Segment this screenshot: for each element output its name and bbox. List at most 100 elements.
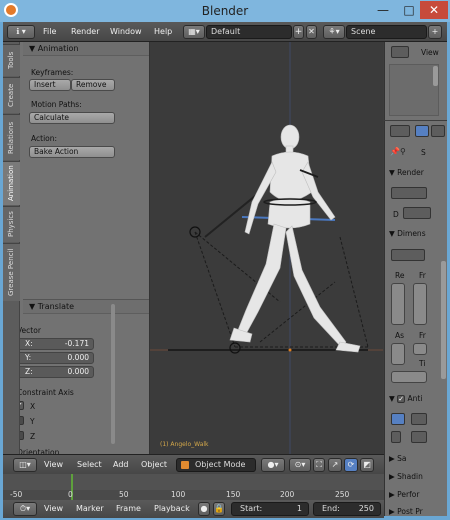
menu-file[interactable]: File xyxy=(43,27,56,36)
view3d-menu-view[interactable]: View xyxy=(44,460,63,469)
outliner-editor-icon[interactable] xyxy=(391,46,409,58)
timeline-header: ⏱▾ View Marker Frame Playback ● 🔒 Start:… xyxy=(3,500,384,518)
manipulator-toggle-icon[interactable]: ⛶ xyxy=(313,458,325,472)
render-buttons[interactable] xyxy=(391,187,427,199)
animation-panel-header[interactable]: ▼ Animation xyxy=(23,42,149,56)
tab-tools[interactable]: Tools xyxy=(3,44,20,76)
dimensions-presets[interactable] xyxy=(391,249,425,261)
maximize-button[interactable]: □ xyxy=(396,1,422,19)
screen-layout-icon[interactable]: ▦▾ xyxy=(183,25,205,39)
timeline-menu-playback[interactable]: Playback xyxy=(154,504,190,513)
scene-field[interactable]: Scene xyxy=(346,25,427,39)
remove-screen-icon[interactable]: ✕ xyxy=(306,25,317,39)
properties-editor: 📌⚲ S ▼ Render D ▼ Dimens Re Fr As Fr Ti … xyxy=(384,121,447,516)
tab-create[interactable]: Create xyxy=(3,77,20,113)
vector-label: Vector xyxy=(17,326,41,335)
timeline-tick-label: 50 xyxy=(119,490,129,499)
vector-z-value: 0.000 xyxy=(67,367,89,376)
action-label: Action: xyxy=(31,134,58,143)
outliner-view-menu[interactable]: View xyxy=(421,48,439,57)
properties-scrollbar[interactable] xyxy=(441,261,446,379)
minimize-button[interactable]: — xyxy=(370,1,396,19)
outliner-tree[interactable] xyxy=(389,64,439,116)
frame-rate-label: Fr xyxy=(419,331,426,340)
record-keyframe-icon[interactable]: ● xyxy=(198,502,210,516)
pin-icon[interactable]: 📌⚲ xyxy=(390,147,406,156)
timeline-menu-frame[interactable]: Frame xyxy=(116,504,141,513)
aa-filter-checkbox[interactable] xyxy=(391,431,401,443)
timeline-menu-view[interactable]: View xyxy=(44,504,63,513)
display-dropdown[interactable] xyxy=(403,207,431,219)
foot-ik-control-icon[interactable] xyxy=(229,342,241,354)
time-remap-fields[interactable] xyxy=(391,371,427,383)
insert-keyframe-button[interactable]: Insert xyxy=(29,79,71,91)
layers-tab-icon[interactable] xyxy=(431,125,445,137)
add-scene-icon[interactable]: + xyxy=(428,25,442,39)
editor-type-info-button[interactable]: ℹ ▾ xyxy=(7,25,35,39)
screen-layout-field[interactable]: Default xyxy=(206,25,292,39)
vector-x-field[interactable]: X: -0.171 xyxy=(14,338,94,350)
menu-help[interactable]: Help xyxy=(154,27,172,36)
outliner: View xyxy=(384,42,447,120)
menu-render[interactable]: Render xyxy=(71,27,99,36)
scene-icon[interactable]: ⚘▾ xyxy=(323,25,345,39)
timeline-tick-label: 100 xyxy=(171,490,186,499)
performance-section-header[interactable]: ▶ Perfor xyxy=(389,490,419,499)
aa-samples-selected[interactable] xyxy=(391,413,405,425)
vector-z-label: Z: xyxy=(25,367,33,376)
constraint-z-label: Z xyxy=(30,432,36,441)
editor-type-timeline-button[interactable]: ⏱▾ xyxy=(13,502,37,516)
viewport-scene: (1) Angelo_Walk xyxy=(150,42,383,454)
start-frame-field[interactable]: Start: 1 xyxy=(231,502,309,516)
tool-tabs: Tools Create Relations Animation Physics… xyxy=(3,42,20,454)
outliner-scrollbar[interactable] xyxy=(433,66,438,86)
view3d-menu-object[interactable]: Object xyxy=(141,460,167,469)
scale-manipulator-icon[interactable]: ◩ xyxy=(360,458,374,472)
editor-type-3d-button[interactable]: ◫▾ xyxy=(13,458,37,472)
sampled-motion-blur-section-header[interactable]: ▶ Sa xyxy=(389,454,407,463)
tab-relations[interactable]: Relations xyxy=(3,114,20,160)
translate-manipulator-icon[interactable]: ↗ xyxy=(328,458,342,472)
shading-section-label: Shadin xyxy=(397,472,423,481)
end-frame-field[interactable]: End: 250 xyxy=(313,502,381,516)
tab-animation[interactable]: Animation xyxy=(3,161,20,205)
frame-range-fields[interactable] xyxy=(413,283,427,325)
resolution-fields[interactable] xyxy=(391,283,405,325)
pivot-point-button[interactable]: ⊙▾ xyxy=(289,458,311,472)
post-processing-section-header[interactable]: ▶ Post Pr xyxy=(389,507,423,516)
antialiasing-section-header[interactable]: ▼ ✓ Anti xyxy=(389,394,422,403)
viewport-shading-button[interactable]: ●▾ xyxy=(261,458,285,472)
aa-filter-dropdown[interactable] xyxy=(411,431,427,443)
view3d-menu-add[interactable]: Add xyxy=(113,460,129,469)
timeline-editor[interactable] xyxy=(3,474,384,500)
shading-section-header[interactable]: ▶ Shadin xyxy=(389,472,423,481)
timeline-tick-label: 0 xyxy=(68,490,73,499)
tab-grease-pencil[interactable]: Grease Pencil xyxy=(3,243,20,301)
translate-panel-header[interactable]: ▼ Translate xyxy=(23,300,149,314)
view3d-menu-select[interactable]: Select xyxy=(77,460,102,469)
remove-keyframe-button[interactable]: Remove xyxy=(71,79,115,91)
bake-action-button[interactable]: Bake Action xyxy=(29,146,115,158)
start-frame-value: 1 xyxy=(296,504,302,513)
add-screen-icon[interactable]: + xyxy=(293,25,304,39)
vector-z-field[interactable]: Z: 0.000 xyxy=(14,366,94,378)
render-section-header[interactable]: ▼ Render xyxy=(389,168,424,177)
keying-set-icon[interactable]: 🔒 xyxy=(213,502,225,516)
window-titlebar: Blender — □ ✕ xyxy=(0,0,450,22)
frame-rate-field[interactable] xyxy=(413,343,427,355)
calculate-button[interactable]: Calculate xyxy=(29,112,115,124)
dimensions-section-header[interactable]: ▼ Dimens xyxy=(389,229,426,238)
timeline-menu-marker[interactable]: Marker xyxy=(76,504,104,513)
tab-physics[interactable]: Physics xyxy=(3,206,20,242)
close-button[interactable]: ✕ xyxy=(420,1,448,19)
aspect-fields[interactable] xyxy=(391,343,405,365)
vector-y-field[interactable]: Y: 0.000 xyxy=(14,352,94,364)
tool-shelf-scrollbar[interactable] xyxy=(111,304,115,444)
aa-samples-option[interactable] xyxy=(411,413,427,425)
render-tab-icon[interactable] xyxy=(415,125,429,137)
rotate-manipulator-icon[interactable]: ⟳ xyxy=(344,458,358,472)
menu-window[interactable]: Window xyxy=(110,27,142,36)
properties-editor-icon[interactable] xyxy=(390,125,410,137)
3d-viewport[interactable]: (1) Angelo_Walk xyxy=(150,42,383,454)
info-header: ℹ ▾ File Render Window Help ▦▾ Default +… xyxy=(3,22,447,42)
